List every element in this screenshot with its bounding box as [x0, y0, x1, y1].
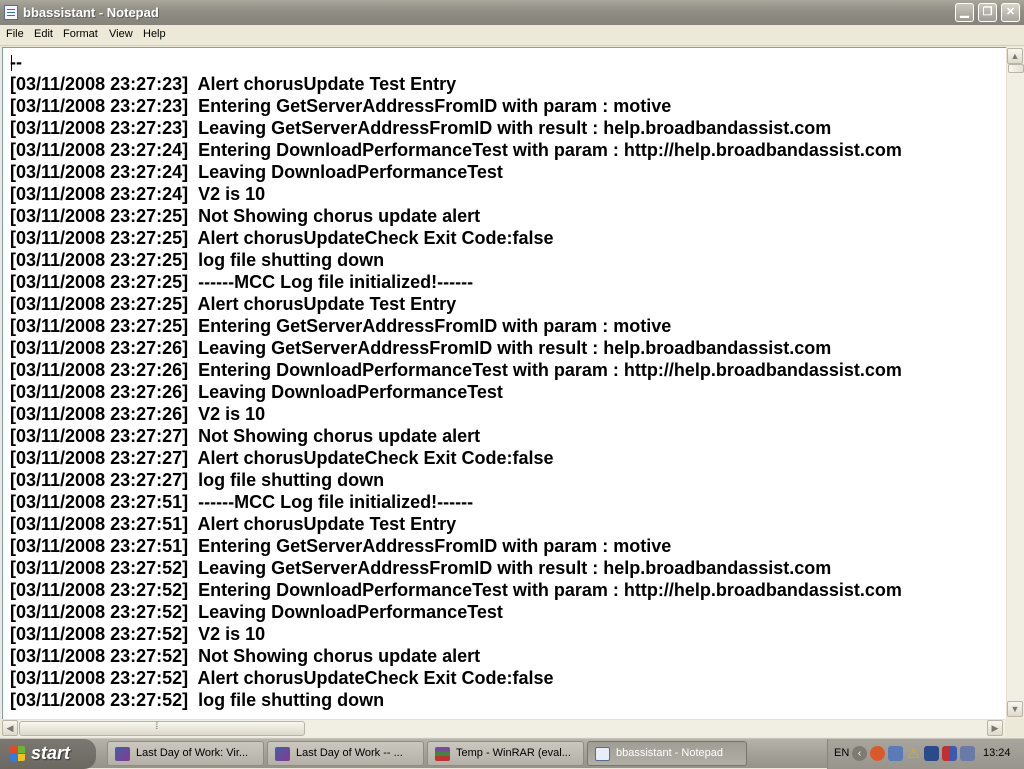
text-line: [03/11/2008 23:27:26] Leaving GetServerA… [10, 338, 832, 358]
text-line: [03/11/2008 23:27:26] Leaving DownloadPe… [10, 382, 503, 402]
text-line: [03/11/2008 23:27:24] Entering DownloadP… [10, 140, 902, 160]
text-line: [03/11/2008 23:27:51] ------MCC Log file… [10, 492, 474, 512]
text-line: [03/11/2008 23:27:52] log file shutting … [10, 690, 385, 710]
monitor-icon[interactable] [960, 746, 975, 761]
scroll-down-button[interactable]: ▼ [1007, 701, 1023, 717]
restore-button[interactable]: ❐ [978, 3, 997, 22]
text-line: [03/11/2008 23:27:25] Alert chorusUpdate… [10, 228, 554, 248]
text-line: [03/11/2008 23:27:23] Entering GetServer… [10, 96, 672, 116]
text-line: [03/11/2008 23:27:25] Not Showing chorus… [10, 206, 481, 226]
menu-format[interactable]: Format [63, 28, 98, 40]
clock[interactable]: 13:24 [983, 747, 1011, 759]
menu-file[interactable]: File [6, 28, 24, 40]
scroll-up-button[interactable]: ▲ [1007, 48, 1023, 64]
text-line: -- [10, 52, 22, 72]
winrar-icon [435, 747, 450, 761]
taskbar-item-label: Last Day of Work -- ... [296, 747, 403, 759]
network-icon[interactable] [924, 746, 939, 761]
text-line: [03/11/2008 23:27:52] Leaving GetServerA… [10, 558, 832, 578]
text-line: [03/11/2008 23:27:25] ------MCC Log file… [10, 272, 474, 292]
minimize-button[interactable]: ▁ [955, 3, 974, 22]
text-line: [03/11/2008 23:27:51] Alert chorusUpdate… [10, 514, 457, 534]
security-shield-icon[interactable] [888, 746, 903, 761]
text-line: [03/11/2008 23:27:51] Entering GetServer… [10, 536, 672, 556]
taskbar-item-label: bbassistant - Notepad [616, 747, 724, 759]
taskbar-item-browser-1[interactable]: Last Day of Work: Vir... [107, 741, 264, 766]
text-line: [03/11/2008 23:27:52] Entering DownloadP… [10, 580, 902, 600]
text-line: [03/11/2008 23:27:27] Alert chorusUpdate… [10, 448, 554, 468]
size-grip[interactable] [1006, 719, 1024, 738]
title-bar[interactable]: bbassistant - Notepad ▁ ❐ ✕ [0, 0, 1024, 25]
menu-view[interactable]: View [109, 28, 133, 40]
text-editor[interactable]: -- [03/11/2008 23:27:23] Alert chorusUpda… [2, 47, 1006, 719]
text-line: [03/11/2008 23:27:24] V2 is 10 [10, 184, 266, 204]
editor-lines: -- [03/11/2008 23:27:23] Alert chorusUpda… [10, 51, 902, 711]
text-line: [03/11/2008 23:27:27] log file shutting … [10, 470, 385, 490]
taskbar-item-label: Temp - WinRAR (eval... [456, 747, 571, 759]
taskbar-item-browser-2[interactable]: Last Day of Work -- ... [267, 741, 424, 766]
horizontal-scrollbar[interactable]: ◀ ▶ [2, 719, 1005, 737]
text-line: [03/11/2008 23:27:25] Entering GetServer… [10, 316, 672, 336]
menu-help[interactable]: Help [143, 28, 166, 40]
horizontal-scroll-thumb[interactable] [19, 721, 305, 736]
notepad-window: bbassistant - Notepad ▁ ❐ ✕ File Edit Fo… [0, 0, 1024, 738]
tray-utility-icon[interactable] [942, 746, 957, 761]
taskbar-item-notepad[interactable]: bbassistant - Notepad [587, 741, 747, 766]
taskbar-item-winrar[interactable]: Temp - WinRAR (eval... [427, 741, 584, 766]
text-line: [03/11/2008 23:27:26] Entering DownloadP… [10, 360, 902, 380]
warning-icon[interactable]: ⚠ [906, 746, 921, 761]
system-tray: EN ‹ ⚠ 13:24 [827, 739, 1024, 769]
text-line: [03/11/2008 23:27:24] Leaving DownloadPe… [10, 162, 503, 182]
text-line: [03/11/2008 23:27:26] V2 is 10 [10, 404, 266, 424]
vertical-scrollbar[interactable]: ▲ ▼ [1006, 47, 1024, 718]
text-line: [03/11/2008 23:27:52] Alert chorusUpdate… [10, 668, 554, 688]
text-line: [03/11/2008 23:27:25] Alert chorusUpdate… [10, 294, 457, 314]
window-title: bbassistant - Notepad [23, 5, 159, 20]
notepad-icon[interactable] [4, 5, 18, 20]
show-hidden-icons-chevron-icon[interactable]: ‹ [852, 746, 867, 761]
text-line: [03/11/2008 23:27:52] Not Showing chorus… [10, 646, 481, 666]
text-line: [03/11/2008 23:27:52] Leaving DownloadPe… [10, 602, 503, 622]
scroll-right-button[interactable]: ▶ [987, 720, 1003, 736]
tray-app-icon[interactable] [870, 746, 885, 761]
close-button[interactable]: ✕ [1001, 3, 1020, 22]
start-label: start [31, 743, 71, 763]
notepad-icon [595, 747, 610, 761]
windows-logo-icon [10, 746, 26, 762]
text-line: [03/11/2008 23:27:27] Not Showing chorus… [10, 426, 481, 446]
taskbar-item-label: Last Day of Work: Vir... [136, 747, 249, 759]
text-line: [03/11/2008 23:27:52] V2 is 10 [10, 624, 266, 644]
text-line: [03/11/2008 23:27:23] Alert chorusUpdate… [10, 74, 457, 94]
text-line: [03/11/2008 23:27:23] Leaving GetServerA… [10, 118, 832, 138]
browser-icon [275, 747, 290, 761]
vertical-scroll-thumb[interactable] [1008, 64, 1024, 73]
start-button[interactable]: start [0, 739, 96, 769]
browser-icon [115, 747, 130, 761]
scroll-left-button[interactable]: ◀ [2, 720, 18, 736]
taskbar: start Last Day of Work: Vir... Last Day … [0, 738, 1024, 769]
text-line: [03/11/2008 23:27:25] log file shutting … [10, 250, 385, 270]
menu-bar: File Edit Format View Help [0, 25, 1024, 46]
menu-edit[interactable]: Edit [34, 28, 53, 40]
language-indicator[interactable]: EN [834, 747, 849, 759]
